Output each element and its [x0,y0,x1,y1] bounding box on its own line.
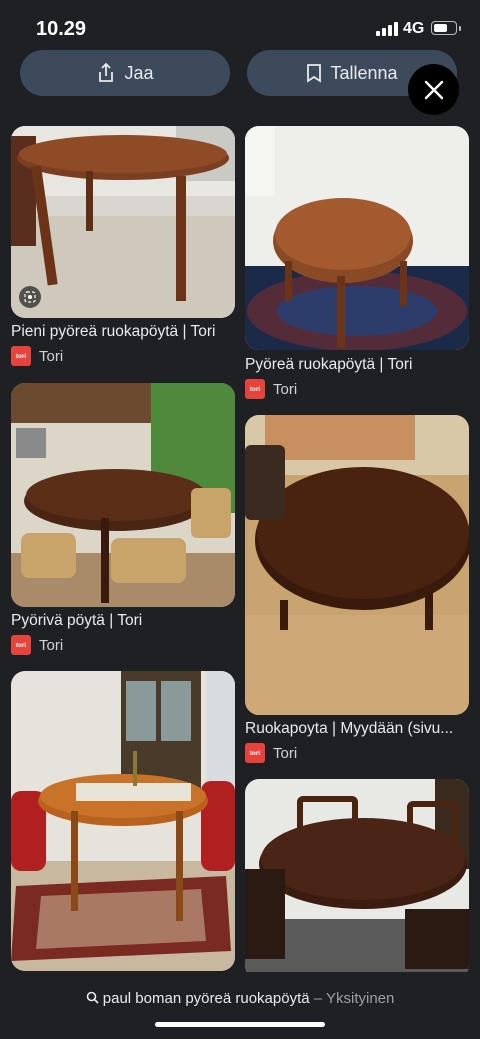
status-time: 10.29 [36,18,87,40]
result-source: tori Tori [245,379,297,399]
battery-icon [431,21,461,35]
result-image[interactable] [11,671,235,971]
lens-icon[interactable] [19,286,41,308]
result-source: tori Tori [11,635,63,655]
bottom-search-bar[interactable]: paul boman pyöreä ruokapöytä – Yksityine… [0,972,480,1039]
bookmark-icon [307,64,322,83]
network-type: 4G [403,20,425,37]
result-image[interactable] [245,415,469,715]
tori-logo: tori [11,635,31,655]
search-query-line[interactable]: paul boman pyöreä ruokapöytä – Yksityine… [0,990,480,1007]
save-label: Tallenna [330,62,398,83]
result-source: tori Tori [11,346,63,366]
signal-icon [376,22,398,36]
query-separator: – [309,990,326,1007]
tori-logo: tori [245,743,265,763]
search-mode: Yksityinen [326,990,395,1007]
tori-logo: tori [11,346,31,366]
result-title[interactable]: Pyörivä pöytä | Tori [11,612,237,630]
source-name: Tori [273,380,298,398]
search-icon [86,991,99,1004]
share-icon [99,62,114,82]
source-name: Tori [39,636,64,654]
result-source: tori Tori [245,743,297,763]
home-indicator[interactable] [155,1022,325,1027]
source-name: Tori [39,347,64,365]
close-icon [424,80,443,99]
result-title[interactable]: Pyöreä ruokapöytä | Tori [245,356,471,374]
result-title[interactable]: Pieni pyöreä ruokapöytä | Tori [11,323,237,341]
tori-logo: tori [245,379,265,399]
source-name: Tori [273,744,298,762]
result-image[interactable] [11,383,235,607]
search-query: paul boman pyöreä ruokapöytä [102,990,310,1007]
result-image[interactable] [245,779,469,979]
result-image[interactable] [11,126,235,318]
share-button[interactable]: Jaa [20,50,230,96]
close-button[interactable] [408,64,459,115]
result-image[interactable] [245,126,469,350]
share-label: Jaa [124,62,154,83]
result-title[interactable]: Ruokapoyta | Myydään (sivu... [245,720,471,738]
